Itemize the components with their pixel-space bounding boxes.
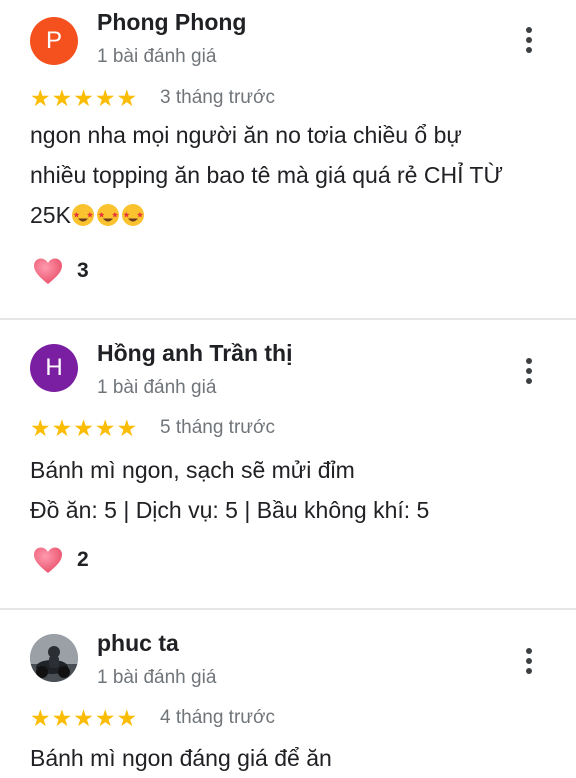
review-text-fragment: 25K: [30, 202, 71, 228]
review-time: 5 tháng trước: [160, 417, 275, 438]
avatar[interactable]: H: [30, 344, 78, 392]
review-card: phuc ta 1 bài đánh giá ★★★★★ 4 tháng trư…: [0, 610, 576, 776]
reviewer-name[interactable]: Hồng anh Trần thị: [97, 340, 293, 367]
review-text-line: Bánh mì ngon, sạch sẽ mửi đỉm: [30, 457, 355, 483]
heart-icon[interactable]: [32, 544, 64, 576]
star-struck-icon: [71, 204, 94, 226]
review-text-line: 25K: [30, 195, 550, 235]
review-card: H Hồng anh Trần thị 1 bài đánh giá ★★★★★…: [0, 320, 576, 608]
star-rating: ★★★★★: [30, 85, 139, 111]
avatar[interactable]: P: [30, 17, 78, 65]
star-struck-icon: [121, 204, 144, 226]
more-options-icon[interactable]: [518, 356, 540, 386]
star-struck-icon: [96, 204, 119, 226]
like-count: 3: [77, 259, 89, 282]
more-options-icon[interactable]: [518, 646, 540, 676]
review-text-line: Bánh mì ngon đáng giá để ăn: [30, 745, 332, 771]
review-text: Bánh mì ngon đáng giá để ăn: [30, 738, 550, 778]
review-time: 4 tháng trước: [160, 707, 275, 728]
review-text-line: ngon nha mọi người ăn no tơia chiều ổ bự: [30, 122, 462, 148]
review-text-line: nhiều topping ăn bao tê mà giá quá rẻ CH…: [30, 162, 504, 188]
review-text: ngon nha mọi người ăn no tơia chiều ổ bự…: [30, 115, 550, 235]
more-options-icon[interactable]: [518, 25, 540, 55]
review-text: Bánh mì ngon, sạch sẽ mửi đỉm Đồ ăn: 5 |…: [30, 450, 550, 530]
like-count: 2: [77, 548, 89, 571]
review-card: P Phong Phong 1 bài đánh giá ★★★★★ 3 thá…: [0, 0, 576, 318]
profile-photo-avatar[interactable]: [30, 634, 78, 682]
review-count: 1 bài đánh giá: [97, 46, 217, 67]
reviewer-name[interactable]: phuc ta: [97, 630, 179, 657]
heart-icon[interactable]: [32, 255, 64, 287]
review-count: 1 bài đánh giá: [97, 377, 217, 398]
review-time: 3 tháng trước: [160, 87, 275, 108]
reviewer-name[interactable]: Phong Phong: [97, 9, 246, 36]
star-rating: ★★★★★: [30, 705, 139, 731]
review-text-line: Đồ ăn: 5 | Dịch vụ: 5 | Bầu không khí: 5: [30, 497, 430, 523]
star-rating: ★★★★★: [30, 415, 139, 441]
review-count: 1 bài đánh giá: [97, 667, 217, 688]
